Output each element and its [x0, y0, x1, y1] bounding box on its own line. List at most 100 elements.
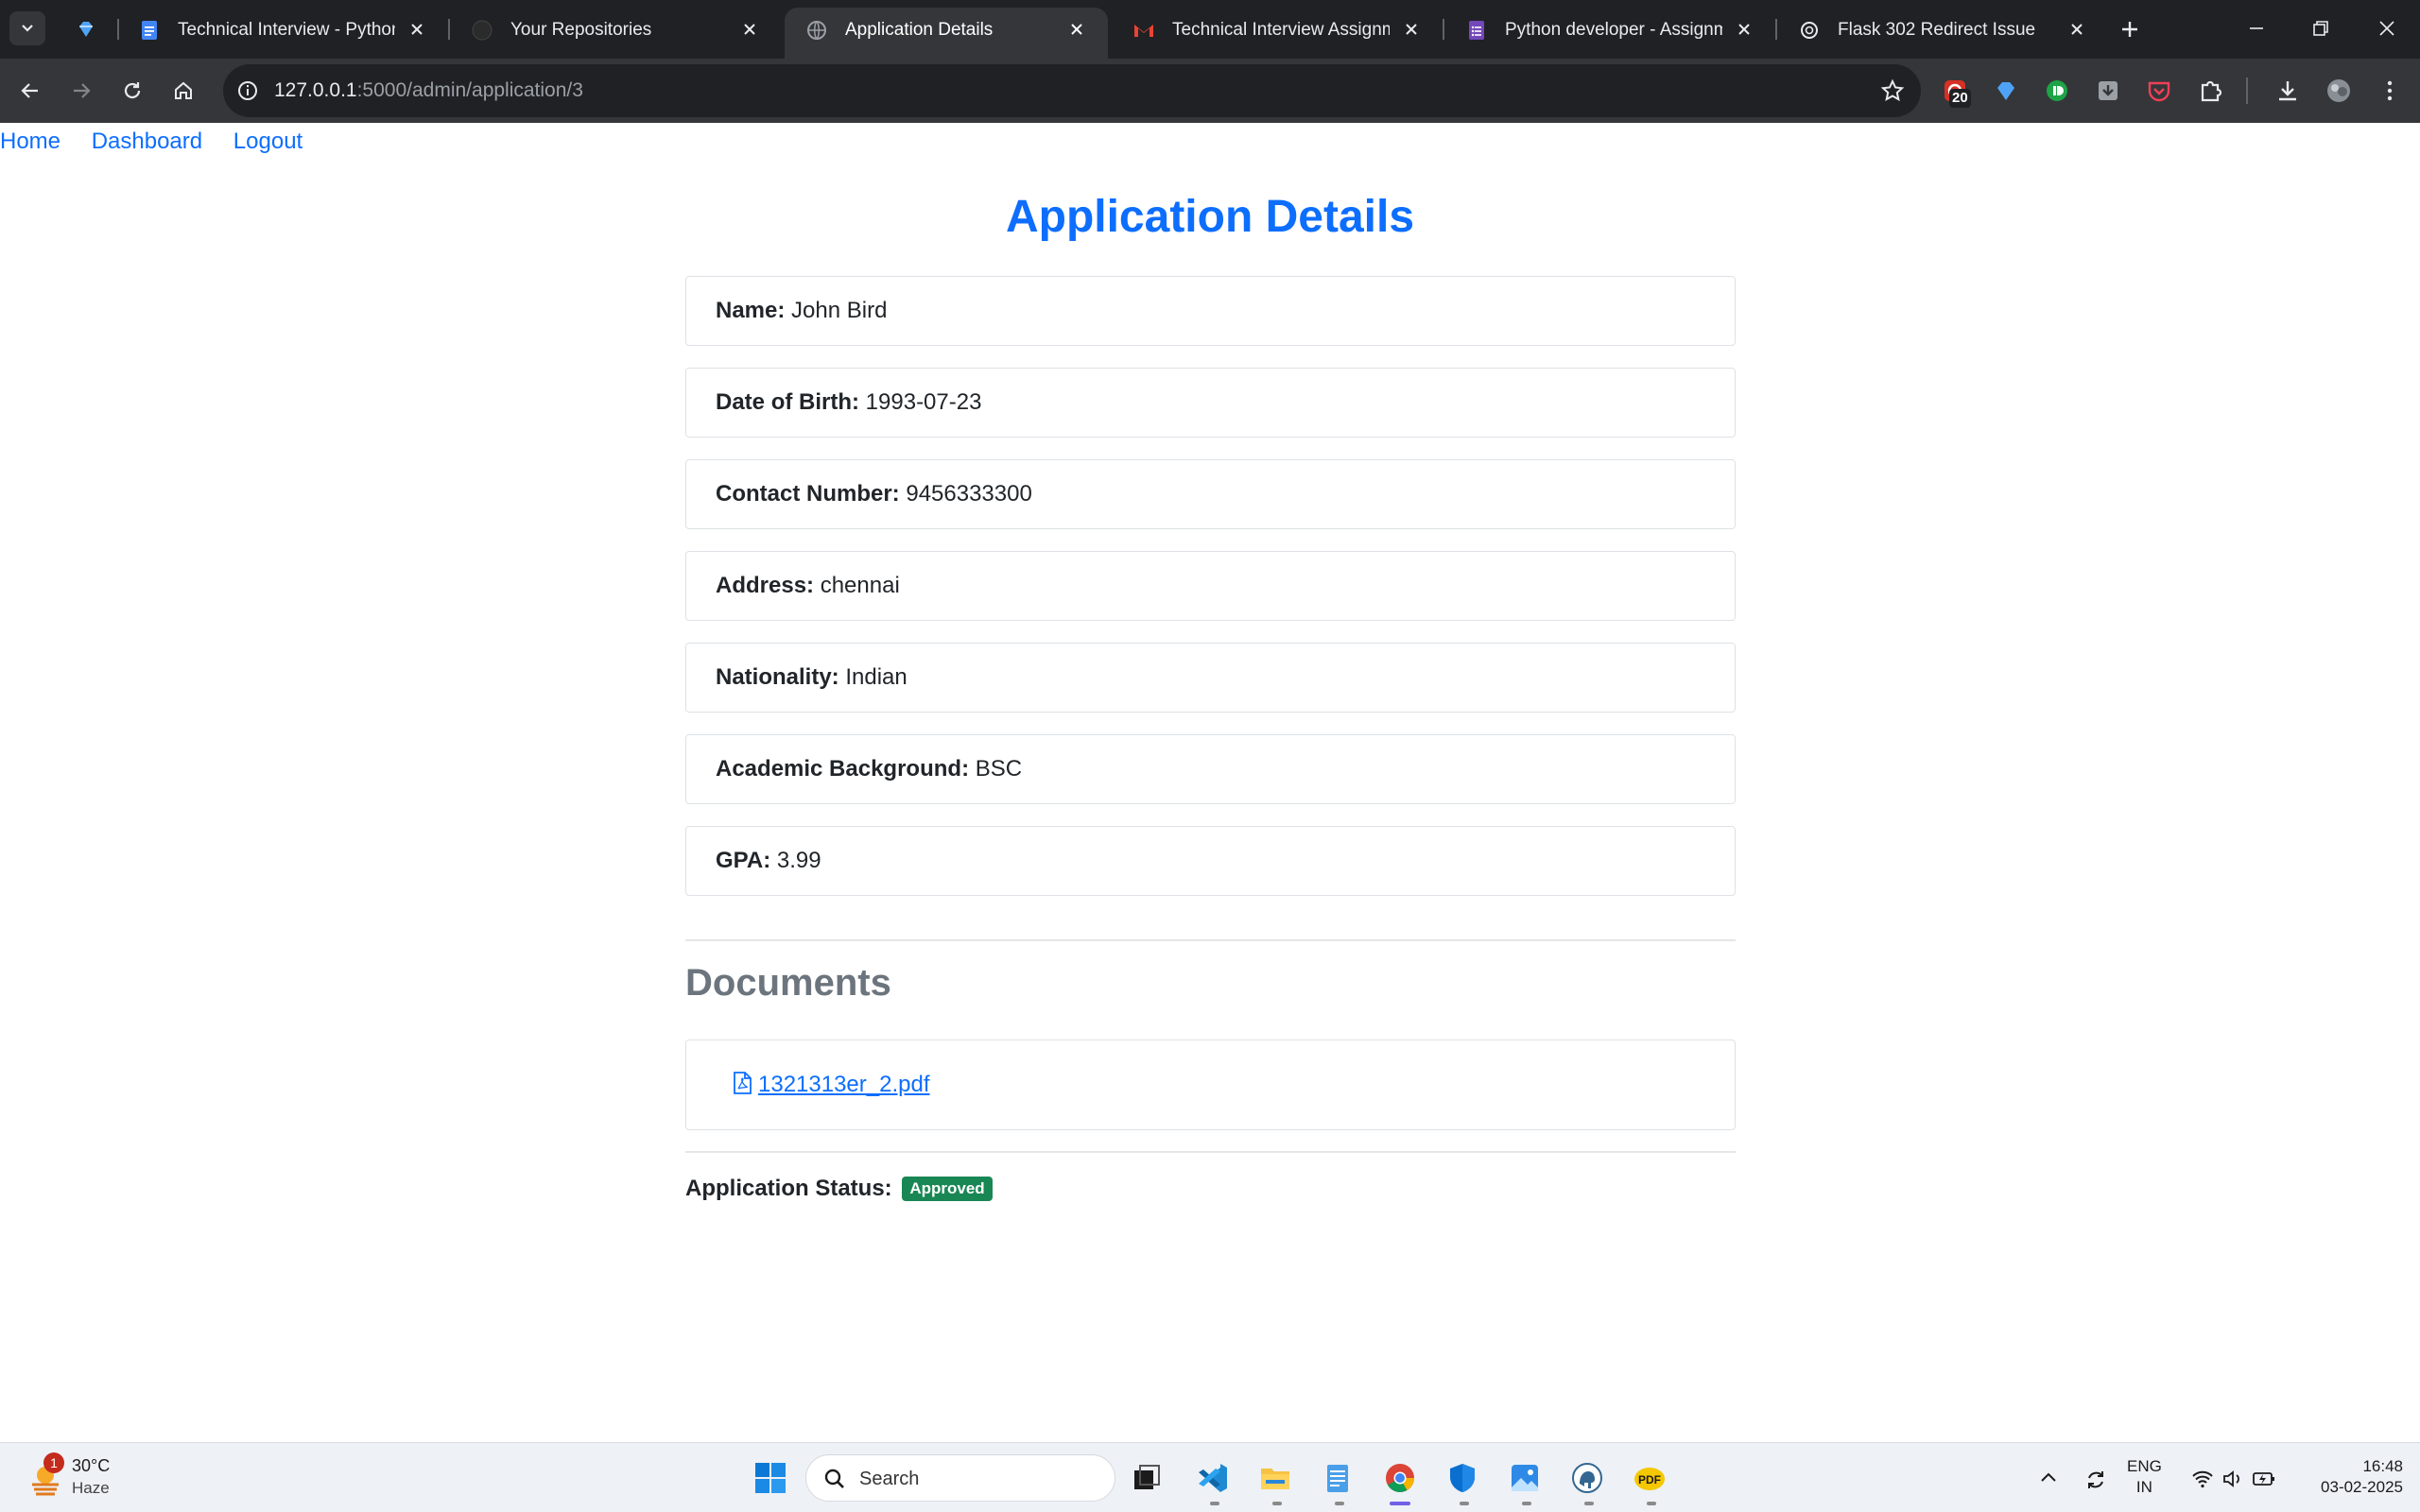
address-bar[interactable]: 127.0.0.1:5000/admin/application/3 — [223, 64, 1921, 117]
vscode-icon — [1199, 1464, 1227, 1492]
extension-badge: 20 — [1949, 89, 1971, 108]
nav-link-logout[interactable]: Logout — [233, 129, 302, 154]
pocket-icon — [2148, 81, 2170, 102]
detail-row: GPA: 3.99 — [716, 848, 821, 874]
close-icon — [2071, 24, 2083, 35]
download-icon — [2279, 81, 2296, 101]
show-hidden-icons-button[interactable] — [2031, 1456, 2068, 1500]
shield-icon — [1450, 1464, 1475, 1492]
tab-title: Application Details — [845, 20, 994, 40]
running-indicator — [1272, 1502, 1282, 1505]
detail-label: Contact Number: — [716, 481, 900, 507]
extension-button[interactable] — [2038, 72, 2076, 110]
photos-icon — [1512, 1465, 1538, 1491]
close-tab-button[interactable] — [737, 17, 762, 42]
site-info-icon[interactable] — [234, 77, 261, 104]
document-link[interactable]: 1321313er_2.pdf — [732, 1071, 930, 1098]
detail-label: GPA: — [716, 848, 771, 873]
profile-button[interactable] — [2320, 72, 2358, 110]
taskbar-app-chrome[interactable] — [1378, 1456, 1422, 1500]
bookmark-star-icon[interactable] — [1879, 77, 1906, 104]
battery-button[interactable] — [2244, 1456, 2282, 1500]
taskbar: 1 30°C Haze Search PDF ENG IN 16:48 03-0… — [0, 1442, 2420, 1512]
tab-application-details[interactable]: Application Details — [785, 8, 1108, 59]
running-indicator — [1584, 1502, 1594, 1505]
volume-icon — [2223, 1470, 2239, 1487]
tab-flask-302-redirect-issue[interactable]: Flask 302 Redirect Issue — [1777, 8, 2108, 59]
running-indicator — [1647, 1502, 1656, 1505]
taskbar-search[interactable]: Search — [805, 1454, 1115, 1502]
detail-value: 1993-07-23 — [865, 389, 982, 415]
taskbar-app-file-explorer[interactable] — [1253, 1456, 1297, 1500]
kebab-menu-icon — [2387, 80, 2393, 101]
new-tab-button[interactable] — [2114, 13, 2146, 45]
extension-green-icon — [2047, 80, 2067, 101]
back-button[interactable] — [11, 72, 49, 110]
detail-label: Address: — [716, 573, 815, 598]
home-button[interactable] — [164, 72, 202, 110]
restore-button[interactable] — [2297, 8, 2344, 49]
start-button[interactable] — [749, 1456, 792, 1500]
task-view-button[interactable] — [1125, 1456, 1168, 1500]
taskbar-app-vscode[interactable] — [1191, 1456, 1235, 1500]
download-extension-icon — [2099, 81, 2118, 100]
notification-badge: 1 — [43, 1452, 64, 1473]
reload-button[interactable] — [113, 72, 151, 110]
windows-start-icon — [755, 1463, 786, 1493]
system-clock[interactable]: 16:48 03-02-2025 — [2299, 1456, 2403, 1498]
close-tab-button[interactable] — [2065, 17, 2089, 42]
close-window-button[interactable] — [2363, 8, 2411, 49]
tab-technical-interview-assignment[interactable]: Technical Interview Assignment — [1112, 8, 1443, 59]
restore-icon — [2313, 21, 2328, 36]
close-tab-button[interactable] — [1064, 17, 1089, 42]
detail-academic-background: Academic Background: BSC — [685, 734, 1736, 804]
taskbar-app-notepad[interactable] — [1316, 1456, 1359, 1500]
close-tab-button[interactable] — [1732, 17, 1756, 42]
taskbar-app-photos[interactable] — [1503, 1456, 1547, 1500]
close-icon — [1406, 24, 1417, 35]
plus-icon — [2122, 22, 2137, 37]
detail-row: Date of Birth: 1993-07-23 — [716, 389, 981, 416]
taskbar-app-pdf[interactable]: PDF — [1628, 1456, 1671, 1500]
extensions-menu-button[interactable] — [2191, 72, 2229, 110]
google-forms-icon — [1469, 21, 1484, 40]
nav-link-dashboard[interactable]: Dashboard — [92, 129, 202, 154]
tab-python-developer-assignment[interactable]: Python developer - Assignment — [1444, 8, 1775, 59]
extension-button[interactable] — [2089, 72, 2127, 110]
section-divider — [685, 1151, 1736, 1153]
extension-button[interactable] — [2140, 72, 2178, 110]
tab-your-repositories[interactable]: Your Repositories — [450, 8, 781, 59]
minimize-button[interactable] — [2233, 8, 2280, 49]
active-indicator — [1390, 1502, 1410, 1505]
gmail-icon — [1134, 25, 1153, 37]
extension-button[interactable] — [1987, 72, 2025, 110]
weather-temperature: 30°C — [72, 1456, 111, 1475]
detail-row: Nationality: Indian — [716, 664, 908, 691]
weather-widget[interactable]: 1 30°C Haze — [23, 1452, 136, 1503]
status-badge: Approved — [902, 1177, 993, 1201]
forward-button[interactable] — [62, 72, 100, 110]
sync-tray-button[interactable] — [2076, 1456, 2114, 1500]
downloads-button[interactable] — [2269, 72, 2307, 110]
close-tab-button[interactable] — [405, 17, 429, 42]
nav-link-home[interactable]: Home — [0, 129, 60, 154]
tab-search-button[interactable] — [9, 11, 45, 45]
taskbar-app-pgadmin[interactable] — [1565, 1456, 1609, 1500]
browser-menu-button[interactable] — [2371, 72, 2409, 110]
globe-icon — [807, 21, 826, 40]
input-language[interactable]: ENG IN — [2127, 1456, 2162, 1498]
close-tab-button[interactable] — [1399, 17, 1424, 42]
close-icon — [2379, 21, 2394, 36]
pinned-tab[interactable] — [60, 8, 113, 51]
sync-icon — [2088, 1471, 2103, 1488]
detail-name: Name: John Bird — [685, 276, 1736, 346]
taskbar-app-defender[interactable] — [1441, 1456, 1484, 1500]
reload-icon — [124, 82, 141, 99]
search-placeholder: Search — [859, 1469, 920, 1489]
detail-label: Name: — [716, 298, 786, 323]
home-icon — [175, 81, 192, 99]
detail-row: Address: chennai — [716, 573, 900, 599]
detail-nationality: Nationality: Indian — [685, 643, 1736, 713]
github-icon — [472, 20, 493, 41]
tab-technical-interview-python[interactable]: Technical Interview - Python — [117, 8, 448, 59]
